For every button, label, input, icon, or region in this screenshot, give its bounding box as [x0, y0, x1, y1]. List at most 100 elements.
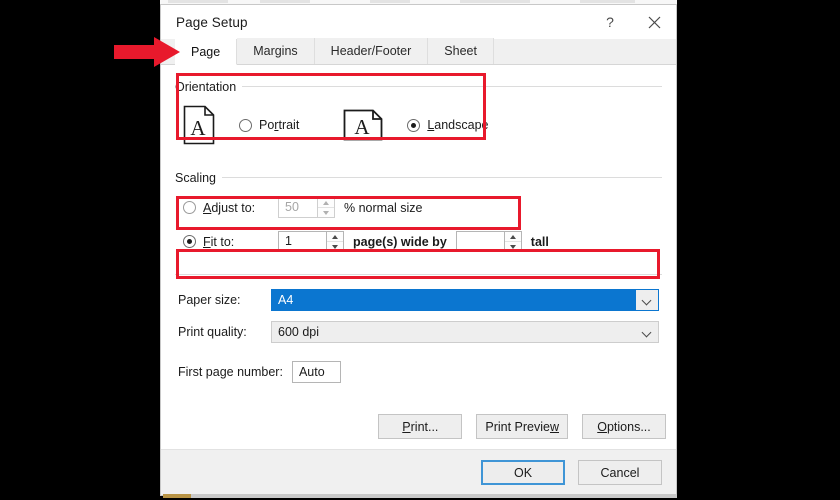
fit-to-tall-label: tall	[531, 235, 549, 249]
fit-to-wide-stepper[interactable]: 1	[278, 231, 344, 252]
help-button[interactable]: ?	[588, 5, 632, 39]
orientation-group-rule	[175, 86, 662, 87]
options-button-label: Options...	[597, 420, 651, 434]
close-button[interactable]	[632, 5, 676, 39]
fit-to-wide-spin-down[interactable]	[327, 242, 343, 251]
adjust-to-radio-row[interactable]: Adjust to:	[183, 201, 269, 215]
portrait-radio-row[interactable]: Portrait	[239, 118, 299, 132]
adjust-to-spin-down[interactable]	[318, 208, 334, 217]
fit-to-wide-spin-up[interactable]	[327, 232, 343, 242]
portrait-radio[interactable]	[239, 119, 252, 132]
first-page-number-value: Auto	[299, 365, 325, 379]
print-quality-combobox[interactable]: 600 dpi	[271, 321, 659, 343]
chevron-down-icon	[643, 328, 651, 336]
triangle-up-icon	[323, 201, 329, 205]
fit-to-tall-input[interactable]	[456, 231, 505, 252]
adjust-to-value: 50	[279, 198, 305, 217]
paper-size-value: A4	[272, 290, 636, 310]
ok-button[interactable]: OK	[481, 460, 565, 485]
svg-text:A: A	[355, 115, 371, 139]
paper-size-combobox[interactable]: A4	[271, 289, 659, 311]
fit-to-row: Fit to: 1 page(s) wide by	[183, 231, 654, 252]
tab-strip: Page Margins Header/Footer Sheet	[161, 39, 676, 65]
fit-to-tall-spinner[interactable]	[505, 231, 522, 252]
options-button[interactable]: Options...	[582, 414, 666, 439]
triangle-down-icon	[332, 245, 338, 249]
portrait-label: Portrait	[259, 118, 299, 132]
fit-to-wide-spinner[interactable]	[327, 231, 344, 252]
cancel-button[interactable]: Cancel	[578, 460, 662, 485]
print-quality-value: 600 dpi	[272, 322, 636, 342]
dialog-footer: OK Cancel	[161, 449, 676, 495]
scaling-bottom-divider	[175, 274, 662, 275]
fit-to-middle-label: page(s) wide by	[353, 235, 447, 249]
cancel-button-label: Cancel	[601, 466, 640, 480]
question-mark-icon: ?	[606, 14, 614, 30]
tab-margins[interactable]: Margins	[237, 38, 314, 64]
scaling-group-rule	[175, 177, 662, 178]
triangle-up-icon	[510, 235, 516, 239]
fit-to-radio[interactable]	[183, 235, 196, 248]
page-tab-panel: Orientation A Portrait	[161, 65, 676, 449]
print-preview-button[interactable]: Print Preview	[476, 414, 568, 439]
tab-page[interactable]: Page	[175, 39, 237, 65]
close-x-icon	[648, 16, 661, 29]
action-buttons-row: Print... Print Preview Options...	[378, 414, 666, 439]
adjust-to-radio[interactable]	[183, 201, 196, 214]
print-quality-row: Print quality: 600 dpi	[175, 321, 662, 343]
adjust-to-stepper[interactable]: 50	[278, 197, 335, 218]
paper-size-dropdown-arrow[interactable]	[636, 290, 658, 310]
adjust-to-row: Adjust to: 50 % normal size	[183, 197, 654, 218]
portrait-option[interactable]: A Portrait	[183, 105, 299, 145]
print-button[interactable]: Print...	[378, 414, 462, 439]
triangle-down-icon	[323, 211, 329, 215]
fit-to-tall-spin-down[interactable]	[505, 242, 521, 251]
paper-size-label: Paper size:	[178, 293, 271, 307]
fit-to-tall-spin-up[interactable]	[505, 232, 521, 242]
fit-to-tall-stepper[interactable]	[456, 231, 522, 252]
bottom-grey-strip	[191, 494, 677, 498]
fit-to-wide-value: 1	[279, 232, 298, 251]
landscape-page-icon: A	[343, 109, 383, 141]
landscape-radio[interactable]	[407, 119, 420, 132]
dialog-titlebar: Page Setup ?	[161, 5, 676, 39]
adjust-to-spin-up[interactable]	[318, 198, 334, 208]
page-setup-dialog: Page Setup ? Page Margins Header/Footer …	[160, 4, 677, 496]
landscape-option[interactable]: A Landscape	[343, 109, 488, 141]
adjust-to-input[interactable]: 50	[278, 197, 318, 218]
bottom-tan-strip	[163, 494, 191, 498]
scaling-group-label: Scaling	[175, 171, 222, 185]
titlebar-buttons: ?	[588, 5, 676, 39]
landscape-label: Landscape	[427, 118, 488, 132]
landscape-radio-row[interactable]: Landscape	[407, 118, 488, 132]
print-preview-button-label: Print Preview	[485, 420, 559, 434]
triangle-up-icon	[332, 235, 338, 239]
adjust-to-spinner[interactable]	[318, 197, 335, 218]
triangle-down-icon	[510, 245, 516, 249]
orientation-group: Orientation A Portrait	[175, 78, 662, 151]
print-quality-label: Print quality:	[178, 325, 271, 339]
orientation-group-label: Orientation	[175, 80, 242, 94]
tab-sheet-label: Sheet	[444, 44, 477, 58]
scaling-group: Scaling Adjust to: 50	[175, 169, 662, 258]
print-quality-dropdown-arrow[interactable]	[636, 322, 658, 342]
portrait-page-icon: A	[183, 105, 215, 145]
tab-margins-label: Margins	[253, 44, 297, 58]
orientation-options: A Portrait A	[183, 105, 654, 145]
svg-text:A: A	[190, 116, 206, 140]
tab-sheet[interactable]: Sheet	[428, 38, 494, 64]
first-page-number-label: First page number:	[178, 365, 283, 379]
print-button-label: Print...	[402, 420, 438, 434]
tab-header-footer-label: Header/Footer	[331, 44, 412, 58]
page-title: Page Setup	[176, 15, 248, 30]
first-page-number-row: First page number: Auto	[175, 361, 662, 383]
fit-to-label: Fit to:	[203, 235, 234, 249]
paper-size-row: Paper size: A4	[175, 289, 662, 311]
fit-to-radio-row[interactable]: Fit to:	[183, 235, 269, 249]
chevron-down-icon	[643, 296, 651, 304]
fit-to-wide-input[interactable]: 1	[278, 231, 327, 252]
ok-button-label: OK	[514, 466, 532, 480]
tab-header-footer[interactable]: Header/Footer	[315, 38, 429, 64]
first-page-number-input[interactable]: Auto	[292, 361, 341, 383]
adjust-to-label: Adjust to:	[203, 201, 255, 215]
